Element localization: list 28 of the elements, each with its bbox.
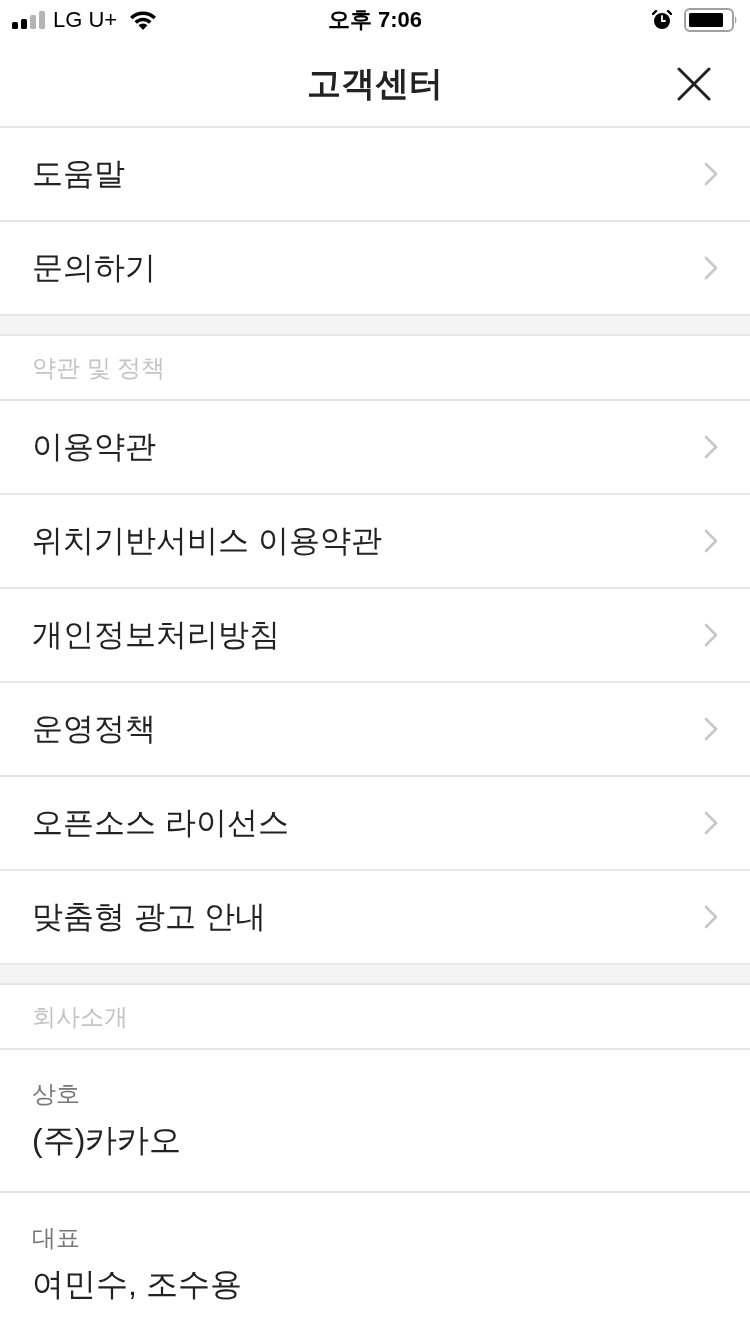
close-icon bbox=[677, 67, 711, 101]
menu-item[interactable]: 운영정책 bbox=[0, 683, 750, 777]
wifi-icon bbox=[129, 10, 158, 30]
chevron-right-icon bbox=[704, 811, 718, 835]
menu-item[interactable]: 도움말 bbox=[0, 128, 750, 222]
menu-item[interactable]: 이용약관 bbox=[0, 401, 750, 495]
menu-item[interactable]: 위치기반서비스 이용약관 bbox=[0, 495, 750, 589]
chevron-right-icon bbox=[704, 256, 718, 280]
info-value: (주)카카오 bbox=[32, 1120, 182, 1160]
carrier-name: LG U+ bbox=[53, 9, 118, 31]
chevron-right-icon bbox=[704, 905, 718, 929]
chevron-right-icon bbox=[704, 623, 718, 647]
section-heading: 회사소개 bbox=[32, 1001, 128, 1032]
info-value: 여민수, 조수용 bbox=[32, 1264, 242, 1304]
info-label: 상호 bbox=[32, 1081, 80, 1106]
page-title: 고객센터 bbox=[307, 62, 443, 104]
chevron-right-icon bbox=[704, 162, 718, 186]
menu-item[interactable]: 개인정보처리방침 bbox=[0, 589, 750, 683]
menu-item[interactable]: 오픈소스 라이선스 bbox=[0, 777, 750, 871]
chevron-right-icon bbox=[704, 717, 718, 741]
section-heading: 약관 및 정책 bbox=[32, 352, 166, 383]
battery-icon bbox=[684, 8, 738, 32]
chevron-right-icon bbox=[704, 529, 718, 553]
signal-icon bbox=[12, 11, 45, 29]
alarm-clock-icon bbox=[652, 10, 672, 30]
clock-time: 오후 7:06 bbox=[327, 9, 423, 31]
info-label: 대표 bbox=[32, 1225, 80, 1250]
chevron-right-icon bbox=[704, 435, 718, 459]
